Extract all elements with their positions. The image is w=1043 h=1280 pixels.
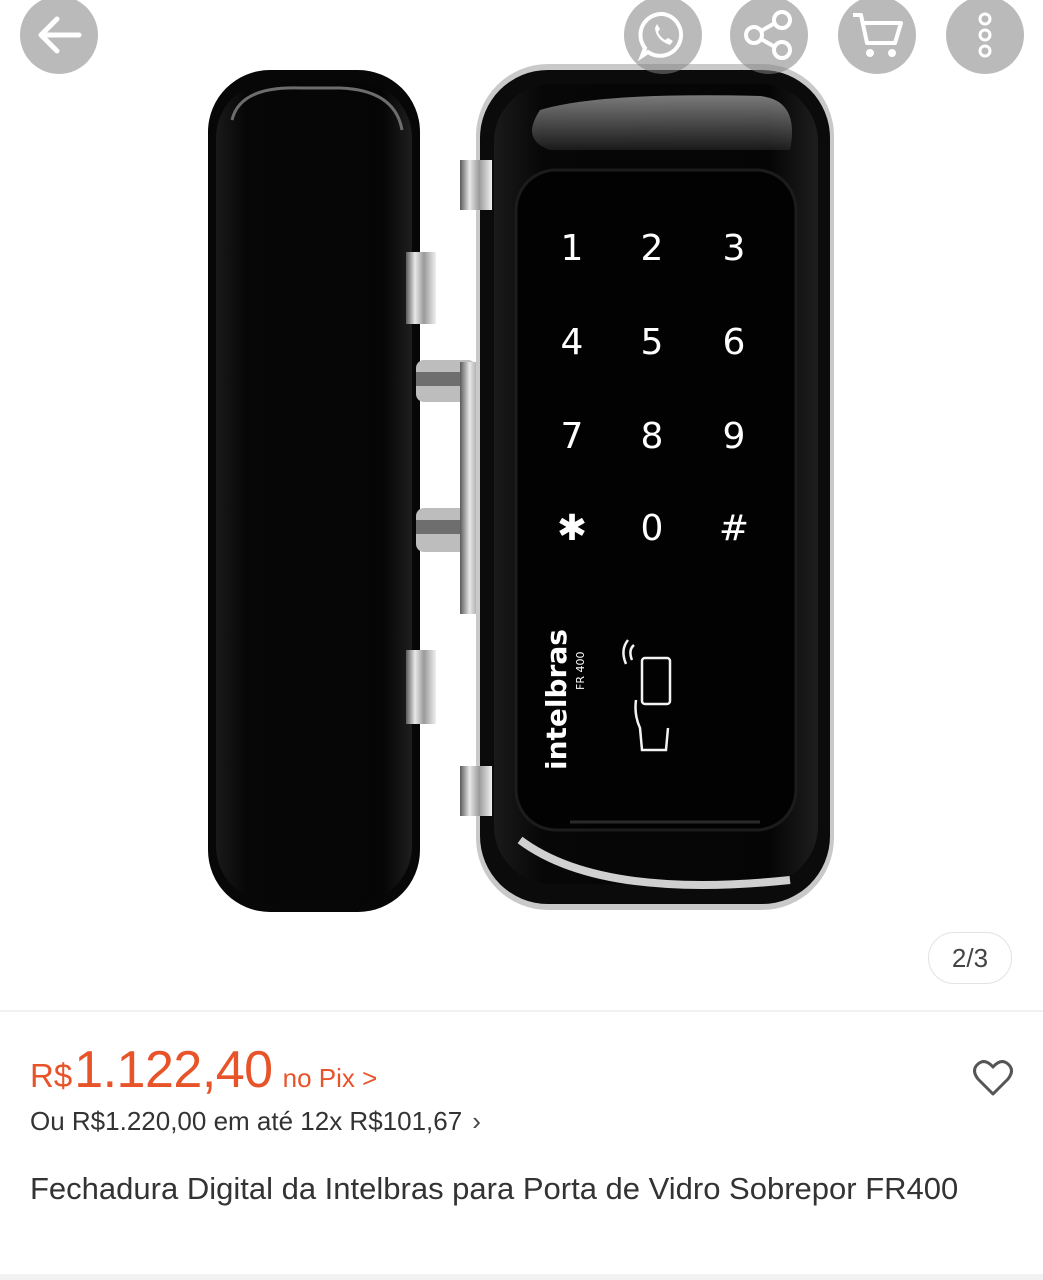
more-vertical-icon xyxy=(978,12,992,58)
product-gallery[interactable]: 1 2 3 4 5 6 7 8 9 ✱ 0 # intelbras FR 400 xyxy=(0,0,1043,1010)
product-image: 1 2 3 4 5 6 7 8 9 ✱ 0 # intelbras FR 400 xyxy=(208,64,834,912)
keypad-key: # xyxy=(719,508,749,549)
pix-link[interactable]: no Pix > xyxy=(283,1063,378,1094)
favorite-button[interactable] xyxy=(972,1058,1014,1098)
keypad-key: 6 xyxy=(723,322,746,363)
cart-icon xyxy=(853,13,903,57)
price: R$ 1.122,40 no Pix > xyxy=(30,1040,377,1100)
price-amount: 1.122,40 xyxy=(74,1041,273,1099)
whatsapp-icon xyxy=(637,11,684,62)
keypad-key: 8 xyxy=(641,416,664,457)
section-divider xyxy=(0,1274,1043,1280)
product-page: 1 2 3 4 5 6 7 8 9 ✱ 0 # intelbras FR 400 xyxy=(0,0,1043,1280)
installments-text: Ou R$1.220,00 em até 12x R$101,67 xyxy=(30,1106,463,1136)
heart-icon xyxy=(973,1060,1013,1096)
share-icon xyxy=(744,10,792,60)
keypad-key: 1 xyxy=(561,228,584,269)
divider xyxy=(0,1010,1043,1012)
model-label: FR 400 xyxy=(574,652,587,690)
brand-logo: intelbras xyxy=(540,629,573,770)
keypad-key: 5 xyxy=(641,322,664,363)
keypad-key: ✱ xyxy=(557,508,587,549)
keypad-key: 4 xyxy=(561,322,584,363)
image-pager: 2/3 xyxy=(928,932,1012,984)
chevron-right-icon: › xyxy=(472,1106,481,1136)
keypad-key: 7 xyxy=(561,416,584,457)
keypad-key: 0 xyxy=(641,508,664,549)
product-title: Fechadura Digital da Intelbras para Port… xyxy=(30,1171,959,1206)
keypad-key: 9 xyxy=(723,416,746,457)
keypad-key: 2 xyxy=(641,228,664,269)
installments-link[interactable]: Ou R$1.220,00 em até 12x R$101,67 › xyxy=(30,1106,481,1137)
arrow-left-icon xyxy=(38,16,82,54)
price-currency: R$ xyxy=(30,1057,73,1094)
keypad-key: 3 xyxy=(723,228,746,269)
